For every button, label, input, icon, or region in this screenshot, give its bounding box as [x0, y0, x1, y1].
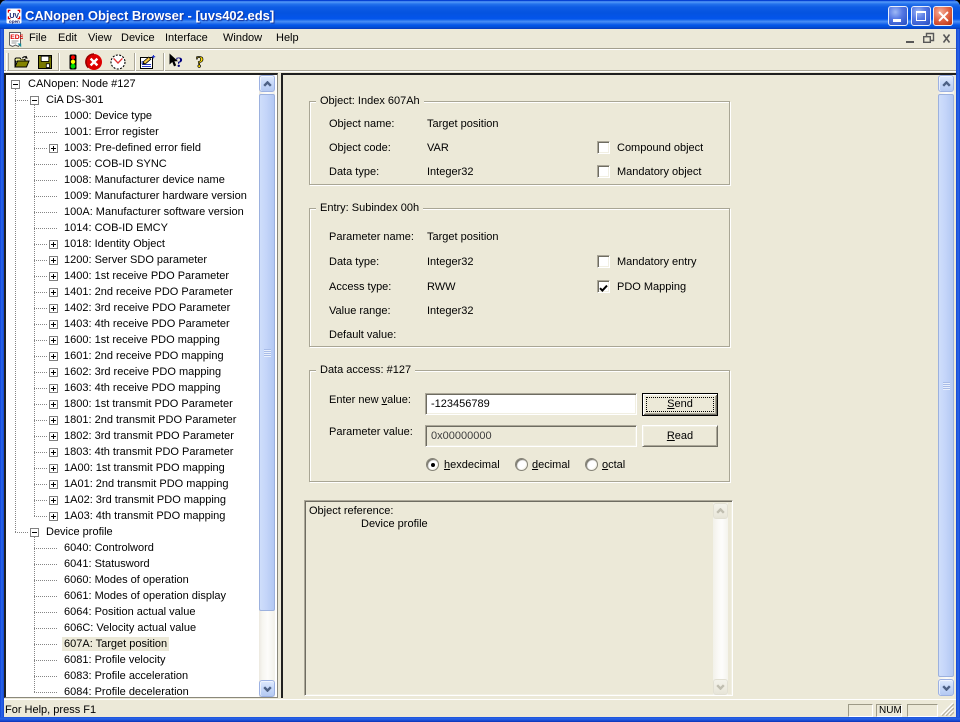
svg-text:?: ? [196, 53, 205, 71]
svg-text:EDS: EDS [10, 34, 23, 41]
svg-text:open: open [9, 19, 20, 24]
svg-text:?: ? [176, 55, 184, 70]
